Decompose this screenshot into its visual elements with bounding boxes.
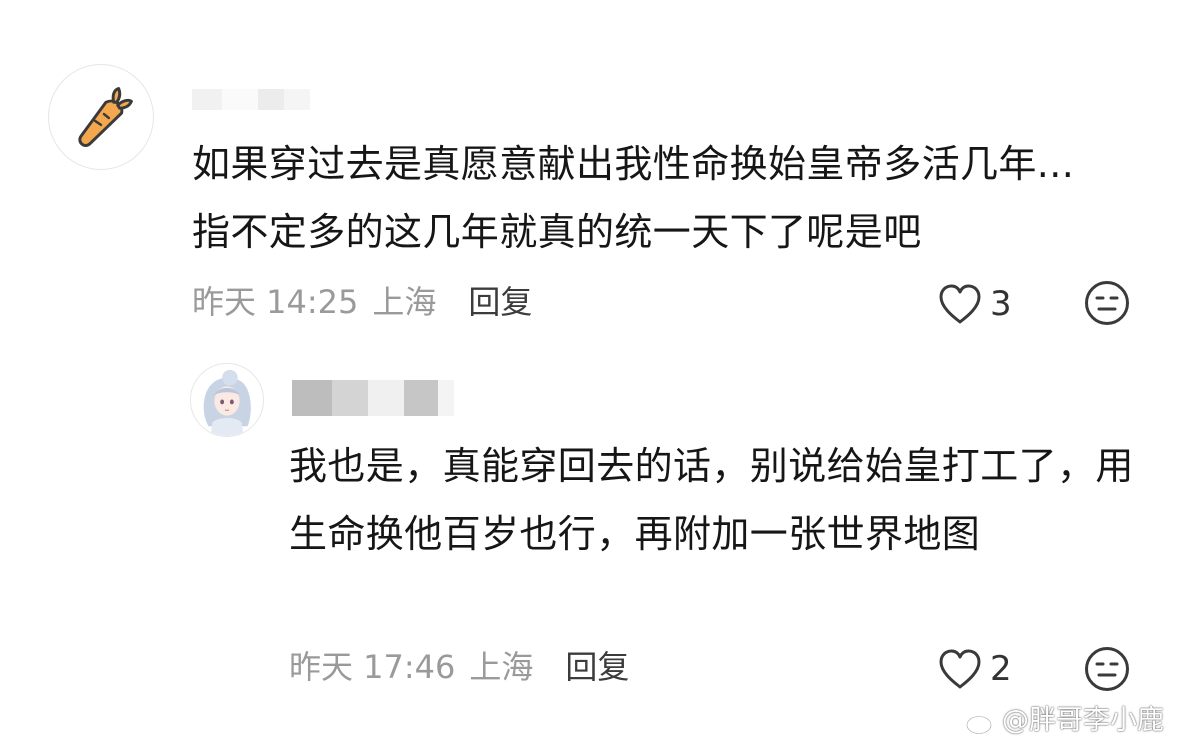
reply-button[interactable]: 回复: [468, 282, 532, 322]
reply-time: 昨天 17:46: [289, 648, 456, 686]
reply-location: 上海: [469, 648, 534, 686]
anime-girl-avatar-image: [191, 364, 263, 436]
like-button[interactable]: 3: [936, 282, 1012, 326]
watermark-text: @胖哥李小鹿: [1002, 705, 1164, 736]
like-button[interactable]: 2: [936, 647, 1012, 691]
username-blurred[interactable]: [192, 89, 310, 110]
reply-button[interactable]: 回复: [565, 647, 629, 687]
like-count: 3: [990, 284, 1012, 324]
comment-meta: 昨天 14:25 上海 回复: [192, 282, 532, 322]
carrot-icon: [78, 87, 133, 148]
neutral-face-icon: [1085, 647, 1129, 691]
comment-location: 上海: [372, 283, 437, 321]
weibo-icon: [966, 709, 997, 735]
carrot-avatar[interactable]: [48, 64, 154, 170]
comment-text: 如果穿过去是真愿意献出我性命换始皇帝多活几年...指不定多的这几年就真的统一天下…: [192, 142, 1075, 254]
dislike-button[interactable]: [1083, 279, 1131, 327]
reply-meta: 昨天 17:46 上海 回复: [289, 647, 629, 687]
like-count: 2: [990, 649, 1012, 689]
heart-outline-icon: [939, 649, 981, 689]
comment-time: 昨天 14:25: [192, 283, 359, 321]
neutral-face-icon: [1085, 281, 1129, 325]
username-blurred[interactable]: [292, 380, 454, 416]
watermark: @胖哥李小鹿: [964, 704, 1164, 738]
heart-outline-icon: [939, 284, 981, 324]
reply-text: 我也是，真能穿回去的话，别说给始皇打工了，用生命换他百岁也行，再附加一张世界地图: [289, 444, 1134, 556]
anime-girl-avatar[interactable]: [190, 363, 264, 437]
dislike-button[interactable]: [1083, 645, 1131, 693]
